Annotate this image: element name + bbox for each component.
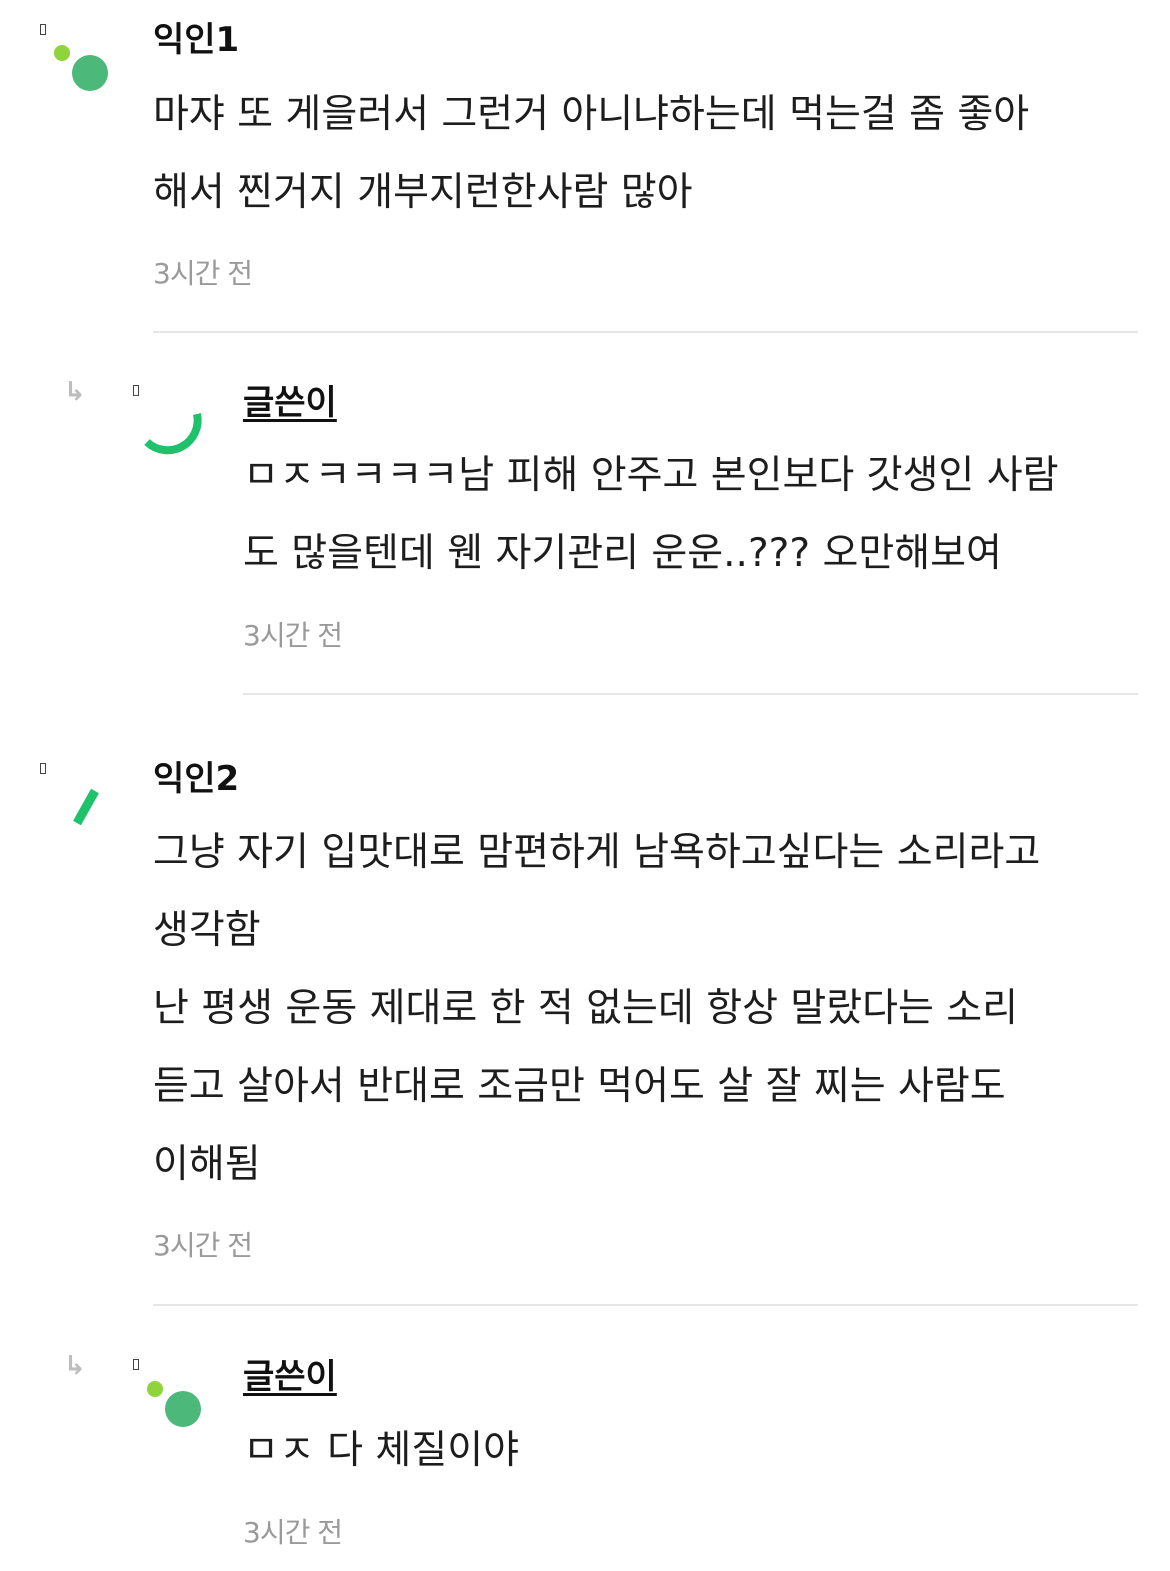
slash-avatar-icon[interactable] <box>45 767 135 857</box>
comment-text: ㅁㅈㅋㅋㅋㅋ남 피해 안주고 본인보다 갓생인 사람 도 많을텐데 웬 자기관리… <box>243 453 1059 576</box>
comment-item: 익인2 그냥 자기 입맛대로 맘편하게 남욕하고싶다는 소리라고 생각함 난 평… <box>0 697 1170 1309</box>
comment-time: 3시간 전 <box>243 619 343 652</box>
comment-time: 3시간 전 <box>153 1229 253 1262</box>
comment-text: ㅁㅈ 다 체질이야 <box>243 1428 519 1473</box>
arc-avatar-icon[interactable] <box>135 390 225 480</box>
comment-text: 그냥 자기 입맛대로 맘편하게 남욕하고싶다는 소리라고 생각함 난 평생 운동… <box>153 830 1041 1187</box>
comment-divider <box>153 331 1138 333</box>
comment-time: 3시간 전 <box>153 257 253 290</box>
comment-time: 3시간 전 <box>243 1516 343 1549</box>
comment-divider <box>153 1304 1138 1306</box>
reply-item: ↳ 글쓴이 ㅁㅈ 다 체질이야 3시간 전 <box>0 1309 1170 1571</box>
comment-author[interactable]: 글쓴이 <box>243 383 337 423</box>
comment-author[interactable]: 익인2 <box>153 759 239 799</box>
comment-divider <box>243 693 1138 695</box>
comment-author[interactable]: 익인1 <box>153 20 239 60</box>
comment-item: 익인1 마쟈 또 게을러서 그런거 아니냐하는데 먹는걸 좀 좋아 해서 찐거지… <box>0 0 1170 335</box>
comment-marker-icon <box>40 24 46 35</box>
comment-text: 마쟈 또 게을러서 그런거 아니냐하는데 먹는걸 좀 좋아 해서 찐거지 개부지… <box>153 92 1030 215</box>
dots-avatar-icon[interactable] <box>138 1371 228 1461</box>
comment-marker-icon <box>133 1359 139 1370</box>
reply-arrow-icon: ↳ <box>64 377 86 407</box>
reply-arrow-icon: ↳ <box>64 1351 86 1381</box>
reply-item: ↳ 글쓴이 ㅁㅈㅋㅋㅋㅋ남 피해 안주고 본인보다 갓생인 사람 도 많을텐데 … <box>0 335 1170 697</box>
comment-author[interactable]: 글쓴이 <box>243 1357 337 1397</box>
dots-avatar-icon[interactable] <box>45 35 135 125</box>
